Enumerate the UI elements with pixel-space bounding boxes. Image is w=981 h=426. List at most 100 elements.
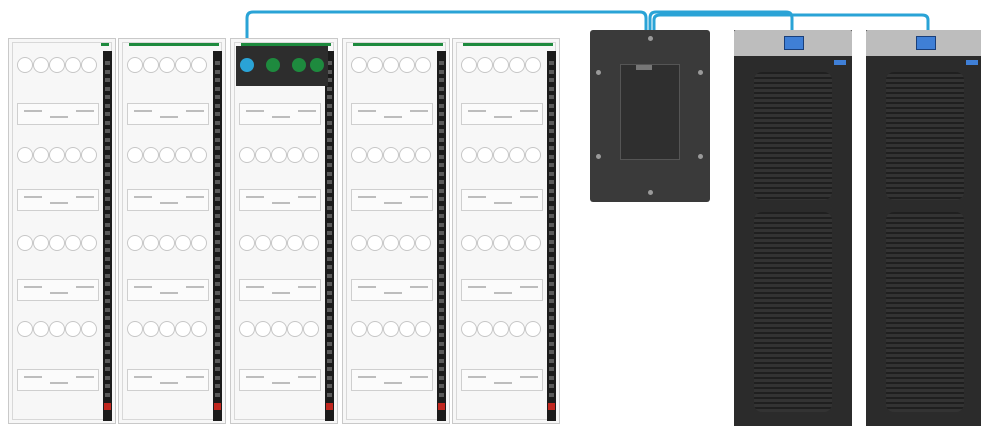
pdu-outlet (215, 282, 220, 286)
pdu-outlet (439, 222, 444, 227)
pdu-outlet (327, 180, 332, 184)
pdu-outlet (327, 188, 332, 193)
rack-frame (234, 42, 334, 420)
pdu-outlet (215, 95, 220, 99)
pdu-outlet (439, 112, 444, 116)
pdu-outlet (549, 129, 554, 133)
fan-icon (367, 147, 383, 163)
fan-row (351, 321, 433, 339)
pdu-outlet (327, 171, 332, 176)
pdu-outlet (105, 290, 110, 295)
server-unit (127, 103, 209, 125)
pdu-outlet (549, 316, 554, 320)
pdu-outlet (327, 290, 332, 295)
pdu-outlet (549, 154, 554, 159)
ups-display-screen (784, 36, 804, 50)
fan-icon (17, 57, 33, 73)
fan-icon (159, 235, 175, 251)
pdu-outlet (327, 392, 332, 397)
pdu-outlet (105, 86, 110, 91)
drive-slot (358, 110, 376, 112)
server-unit (17, 369, 99, 391)
pdu-strip (325, 51, 334, 421)
pdu-outlet (439, 197, 444, 201)
fan-icon (415, 57, 431, 73)
pdu-breaker (548, 403, 555, 410)
drive-slot (24, 196, 42, 198)
pdu-outlet (215, 384, 220, 388)
drive-slot (520, 110, 538, 112)
pdu-outlet (215, 171, 220, 176)
fan-icon (525, 235, 541, 251)
fan-row (351, 235, 433, 253)
pdu-outlet (105, 316, 110, 320)
pdu-outlet (105, 69, 110, 74)
fan-icon (477, 57, 493, 73)
fan-icon (477, 147, 493, 163)
pdu-outlet (439, 61, 444, 65)
fan-icon (255, 321, 271, 337)
rack-5 (452, 38, 560, 424)
fan-icon (33, 147, 49, 163)
pdu-strip (437, 51, 446, 421)
pdu-outlet (215, 214, 220, 218)
panel-screw (648, 36, 653, 41)
pdu-outlet (105, 154, 110, 159)
pdu-outlet (215, 205, 220, 210)
ups-upper-vent (754, 72, 832, 200)
pdu-outlet (215, 367, 220, 371)
fan-row (127, 147, 209, 165)
pdu-breaker (104, 403, 111, 410)
fan-row (461, 235, 543, 253)
pdu-outlet (549, 78, 554, 82)
pdu-outlet (105, 103, 110, 108)
pdu-outlet (105, 324, 110, 329)
fan-icon (49, 321, 65, 337)
fan-icon (143, 235, 159, 251)
pdu-outlet (327, 256, 332, 261)
drive-slot (246, 110, 264, 112)
fan-icon (175, 57, 191, 73)
pdu-outlet (549, 120, 554, 125)
pdu-outlet (439, 273, 444, 278)
fan-row (461, 321, 543, 339)
fan-icon (65, 57, 81, 73)
drive-slot (246, 196, 264, 198)
pdu-outlet (327, 205, 332, 210)
fan-icon (81, 147, 97, 163)
fan-row (127, 57, 209, 75)
pdu-outlet (549, 392, 554, 397)
pdu-outlet (327, 375, 332, 380)
pdu-outlet (439, 341, 444, 346)
pdu-outlet (105, 120, 110, 125)
pdu-outlet (439, 86, 444, 91)
server-unit (239, 189, 321, 211)
ups-1 (734, 30, 852, 426)
rack-frame (456, 42, 556, 420)
fan-icon (383, 57, 399, 73)
pdu-outlet (105, 273, 110, 278)
fan-icon (383, 147, 399, 163)
fan-icon (17, 147, 33, 163)
pdu-outlet (327, 265, 332, 269)
drive-slot (160, 382, 178, 384)
pdu-outlet (439, 282, 444, 286)
green-power-cable (353, 43, 443, 46)
fan-icon (81, 321, 97, 337)
pdu-outlet (215, 290, 220, 295)
pdu-outlet (549, 231, 554, 235)
pdu-outlet (439, 392, 444, 397)
rack-frame (122, 42, 222, 420)
pdu-outlet (105, 256, 110, 261)
pdu-outlet (105, 78, 110, 82)
pdu-outlet (549, 197, 554, 201)
fan-icon (351, 57, 367, 73)
rack-3-distribution (230, 38, 338, 424)
ups-brand-logo (834, 60, 846, 65)
server-unit (461, 189, 543, 211)
pdu-outlet (439, 171, 444, 176)
pdu-outlet (549, 290, 554, 295)
pdu-outlet (439, 78, 444, 82)
pdu-outlet (215, 86, 220, 91)
drive-slot (520, 286, 538, 288)
